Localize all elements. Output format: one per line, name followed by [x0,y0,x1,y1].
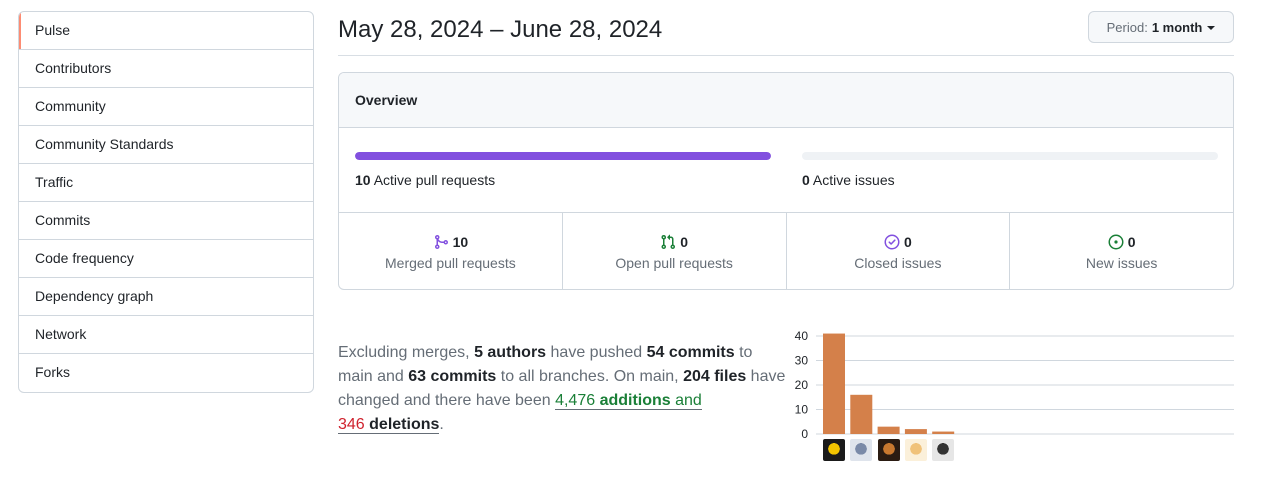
deletions-label: deletions [369,416,440,433]
summary-commits-all: 63 commits [408,368,497,385]
active-issues-link[interactable]: 0 Active issues [802,172,895,188]
chart-y-tick-label: 40 [795,329,809,343]
activity-bars: 10 Active pull requests 0 Active issues [339,128,1233,213]
overview-title: Overview [339,73,1233,128]
commits-by-author-chart: 40 30 20 10 0 [795,329,1234,441]
author-avatar[interactable] [823,439,845,461]
git-merge-icon [434,235,448,249]
closed-issues-label: Closed issues [854,255,942,271]
sidebar-item-traffic[interactable]: Traffic [19,164,313,202]
overview-stats: 10 Merged pull requests 0 Open pull requ… [339,213,1233,289]
new-issues-label: New issues [1085,255,1158,271]
sidebar-item-code-frequency[interactable]: Code frequency [19,240,313,278]
divider [338,55,1234,56]
sidebar-item-network[interactable]: Network [19,316,313,354]
active-pull-requests-label: Active pull requests [373,172,496,188]
additions-link[interactable]: 4,476 additions and [555,392,702,410]
sidebar-item-contributors[interactable]: Contributors [19,50,313,88]
sidebar-item-dependency-graph[interactable]: Dependency graph [19,278,313,316]
active-pull-requests-link[interactable]: 10 Active pull requests [355,172,495,188]
summary-commits-main: 54 commits [646,344,735,361]
active-pull-requests-count: 10 [355,172,371,188]
chart-y-tick-label: 0 [801,427,808,441]
git-pull-request-icon [661,234,676,250]
sidebar-item-community-standards[interactable]: Community Standards [19,126,313,164]
author-avatar[interactable] [877,439,900,461]
new-issues-count: 0 [1127,234,1136,250]
open-pull-requests-stat[interactable]: 0 Open pull requests [563,213,787,289]
sidebar-item-community[interactable]: Community [19,88,313,126]
issues-progress-bar [802,152,1218,160]
summary-authors: 5 authors [474,344,547,361]
issue-closed-icon [884,234,900,250]
active-issues-count: 0 [802,172,810,188]
chart-y-tick-label: 20 [795,378,809,392]
chart-bar[interactable] [823,333,845,434]
merged-pull-requests-count: 10 [452,234,469,250]
sidebar-item-commits[interactable]: Commits [19,202,313,240]
chart-bar[interactable] [850,394,873,434]
commit-summary: Excluding merges, 5 authors have pushed … [338,341,788,437]
chart-y-tick-label: 30 [795,354,809,368]
overview-panel: Overview 10 Active pull requests 0 Activ… [338,72,1234,290]
summary-files: 204 files [683,368,747,385]
chart-y-tick-label: 10 [795,403,809,417]
open-pull-requests-label: Open pull requests [615,255,733,271]
period-value: 1 month [1151,19,1203,35]
new-issues-stat[interactable]: 0 New issues [1010,213,1233,289]
closed-issues-stat[interactable]: 0 Closed issues [787,213,1011,289]
closed-issues-count: 0 [903,234,912,250]
period-dropdown-button[interactable]: Period: 1 month [1088,11,1234,43]
additions-label: additions [599,392,671,409]
author-avatar[interactable] [850,439,873,461]
sidebar-item-pulse[interactable]: Pulse [19,12,313,50]
issue-opened-icon [1108,234,1124,250]
sidebar-item-forks[interactable]: Forks [19,354,313,392]
pull-requests-progress-bar [355,152,771,160]
caret-down-icon [1207,25,1216,30]
chart-bar[interactable] [904,429,927,434]
summary-text: and [670,392,702,409]
summary-text: Excluding merges, [338,344,475,361]
summary-text: . [439,416,444,433]
additions-count: 4,476 [555,392,596,409]
author-avatar[interactable] [904,439,927,461]
author-avatar[interactable] [932,439,955,461]
deletions-count: 346 [338,416,365,433]
insights-sidebar: Pulse Contributors Community Community Stan… [18,11,314,393]
merged-pull-requests-stat[interactable]: 10 Merged pull requests [339,213,563,289]
active-issues-label: Active issues [812,172,895,188]
period-prefix: Period: [1106,19,1148,35]
chart-bar[interactable] [932,431,955,434]
deletions-link[interactable]: 346 deletions [338,416,440,434]
chart-bar[interactable] [877,426,900,434]
page-title: May 28, 2024 – June 28, 2024 [338,16,663,43]
merged-pull-requests-label: Merged pull requests [385,255,516,271]
pull-requests-progress-fill [355,152,771,160]
summary-text: have pushed [546,344,647,361]
summary-text: to all branches. On main, [496,368,684,385]
open-pull-requests-count: 0 [680,234,689,250]
